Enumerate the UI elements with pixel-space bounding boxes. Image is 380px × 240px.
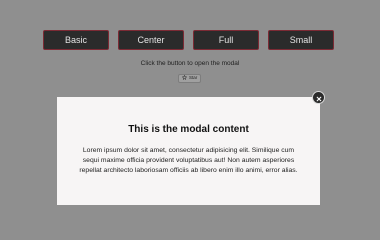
small-button[interactable]: Small — [268, 30, 334, 50]
close-icon — [316, 89, 322, 107]
basic-button[interactable]: Basic — [43, 30, 109, 50]
star-button-label: Star — [189, 75, 198, 81]
modal-title: This is the modal content — [128, 124, 249, 135]
open-modal-instruction: Click the button to open the modal — [140, 60, 240, 67]
modal-dialog: This is the modal content Lorem ipsum do… — [57, 97, 320, 205]
center-button[interactable]: Center — [118, 30, 184, 50]
modal-close-button[interactable] — [312, 91, 325, 104]
star-button[interactable]: Star — [178, 74, 202, 83]
modal-body-text: Lorem ipsum dolor sit amet, consectetur … — [79, 147, 298, 174]
star-icon — [181, 74, 188, 82]
modal-type-toolbar: Basic Center Full Small — [0, 30, 380, 50]
full-button[interactable]: Full — [193, 30, 259, 50]
